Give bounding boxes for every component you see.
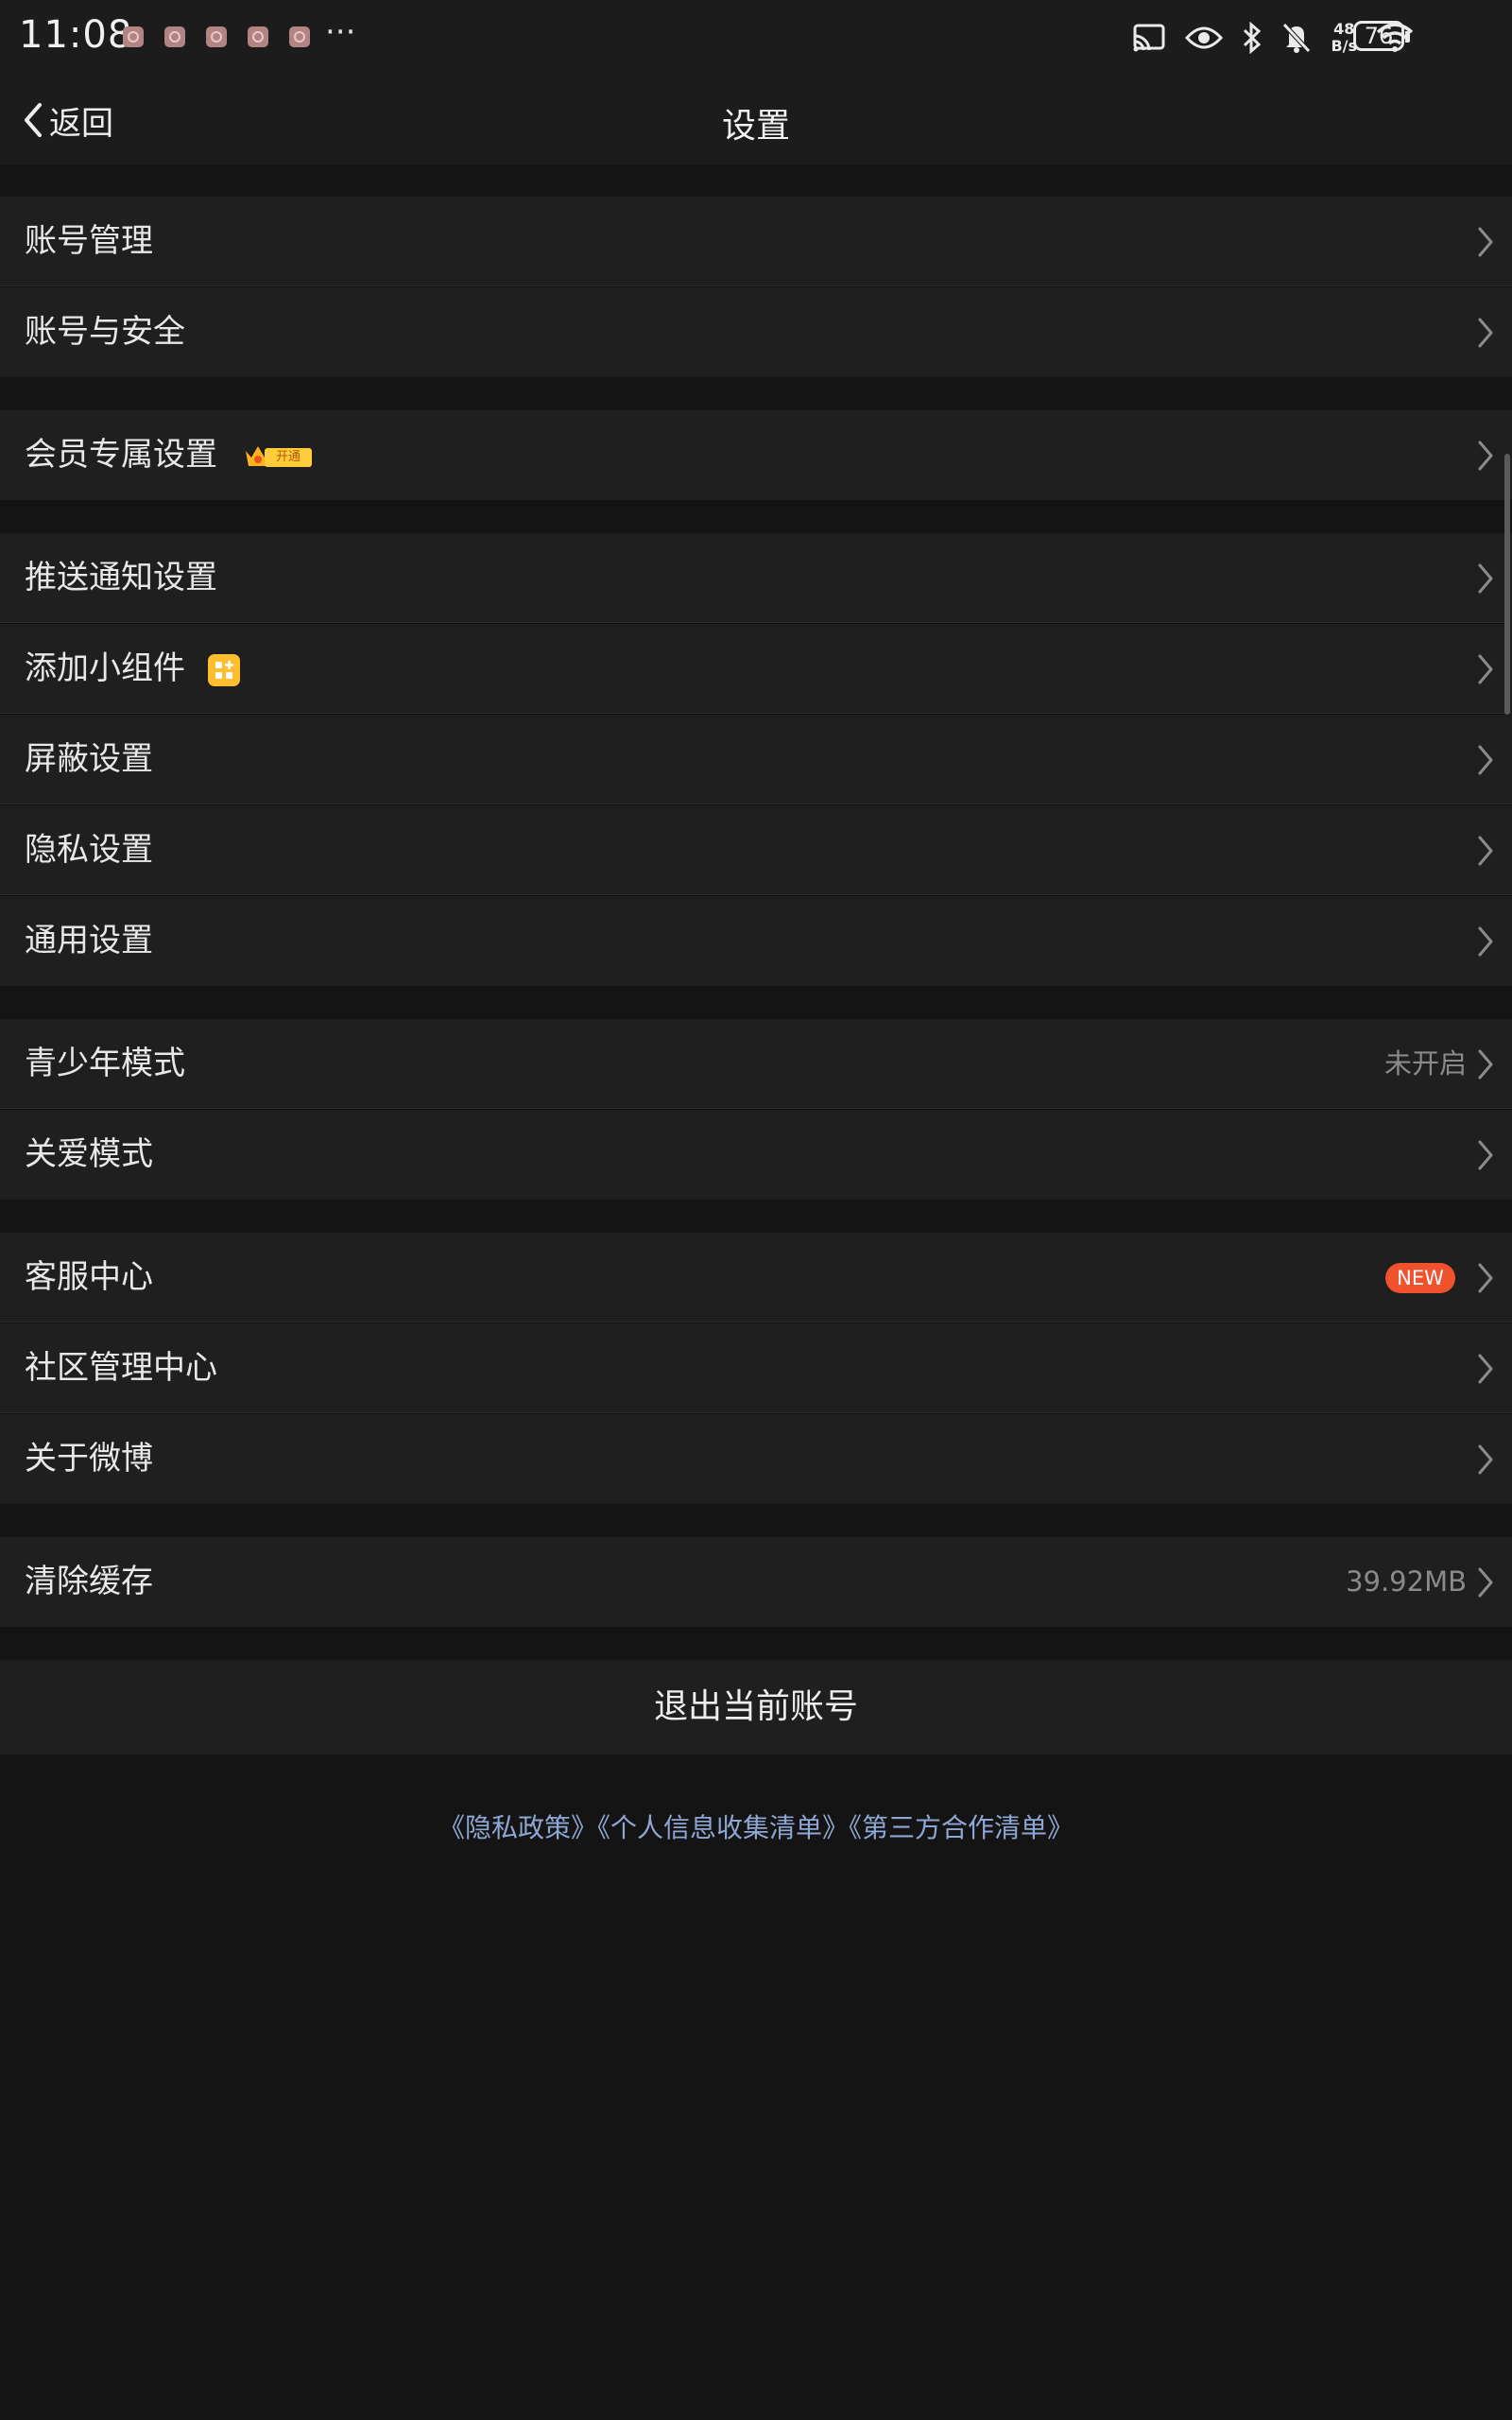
settings-item-label: 客服中心 xyxy=(25,1258,153,1296)
settings-item-label: 添加小组件 xyxy=(25,649,185,687)
chevron-right-icon xyxy=(1478,836,1493,866)
settings-item-privacy-settings[interactable]: 隐私设置 xyxy=(0,805,1512,895)
settings-item-vip-settings[interactable]: 会员专属设置 开通 xyxy=(0,410,1512,500)
settings-item-label: 社区管理中心 xyxy=(25,1349,217,1387)
notification-app-icon xyxy=(206,26,227,47)
scrollbar[interactable] xyxy=(1504,454,1510,715)
settings-item-clear-cache[interactable]: 清除缓存 39.92MB xyxy=(0,1537,1512,1627)
bluetooth-icon xyxy=(1244,22,1262,54)
page-title: 设置 xyxy=(721,107,790,146)
settings-item-label: 会员专属设置 xyxy=(25,436,217,474)
chevron-right-icon xyxy=(1478,926,1493,957)
settings-item-account-management[interactable]: 账号管理 xyxy=(0,197,1512,286)
nav-bar: 返回 设置 xyxy=(0,76,1512,164)
settings-item-customer-service[interactable]: 客服中心 NEW xyxy=(0,1233,1512,1322)
cache-size: 39.92MB xyxy=(1346,1565,1467,1598)
widget-icon xyxy=(208,654,240,686)
notification-app-icon xyxy=(248,26,268,47)
notification-app-icon xyxy=(164,26,185,47)
chevron-right-icon xyxy=(1478,563,1493,594)
settings-item-label: 通用设置 xyxy=(25,922,153,959)
settings-item-label: 青少年模式 xyxy=(25,1045,185,1082)
settings-item-label: 账号与安全 xyxy=(25,313,185,351)
settings-item-about-weibo[interactable]: 关于微博 xyxy=(0,1414,1512,1504)
settings-item-add-widget[interactable]: 添加小组件 xyxy=(0,624,1512,714)
settings-item-label: 推送通知设置 xyxy=(25,559,217,596)
status-bar: 11:08 ··· 48 B/s 76 xyxy=(0,0,1512,76)
settings-item-label: 隐私设置 xyxy=(25,831,153,869)
settings-item-label: 关于微博 xyxy=(25,1440,153,1478)
privacy-policy-link[interactable]: 《隐私政策》 xyxy=(438,1812,597,1843)
chevron-right-icon xyxy=(1478,745,1493,775)
notification-app-icon xyxy=(289,26,310,47)
chevron-right-icon xyxy=(1478,318,1493,348)
mute-icon xyxy=(1282,23,1312,53)
chevron-right-icon xyxy=(1478,1567,1493,1598)
settings-item-label: 账号管理 xyxy=(25,222,153,260)
chevron-right-icon xyxy=(1478,1049,1493,1080)
chevron-right-icon xyxy=(1478,1444,1493,1475)
chevron-right-icon xyxy=(1478,1263,1493,1293)
logout-button[interactable]: 退出当前账号 xyxy=(0,1660,1512,1754)
teen-mode-status: 未开启 xyxy=(1383,1047,1467,1080)
chevron-right-icon xyxy=(1478,1140,1493,1170)
chevron-right-icon xyxy=(1478,1354,1493,1384)
more-notifications-icon: ··· xyxy=(325,13,356,51)
settings-item-account-security[interactable]: 账号与安全 xyxy=(0,287,1512,377)
chevron-right-icon xyxy=(1478,654,1493,684)
settings-item-care-mode[interactable]: 关爱模式 xyxy=(0,1110,1512,1200)
footer-links: 《隐私政策》《个人信息收集清单》《第三方合作清单》 xyxy=(0,1807,1512,1845)
new-badge: NEW xyxy=(1385,1263,1455,1293)
settings-item-general-settings[interactable]: 通用设置 xyxy=(0,896,1512,986)
settings-item-label: 屏蔽设置 xyxy=(25,740,153,778)
personal-info-list-link[interactable]: 《个人信息收集清单》 xyxy=(597,1812,849,1843)
status-time: 11:08 xyxy=(19,13,133,57)
chevron-right-icon xyxy=(1478,441,1493,471)
chevron-right-icon xyxy=(1478,227,1493,257)
settings-item-teen-mode[interactable]: 青少年模式 未开启 xyxy=(0,1019,1512,1109)
settings-item-block-settings[interactable]: 屏蔽设置 xyxy=(0,715,1512,804)
vip-badge: 开通 xyxy=(244,443,312,470)
notification-app-icon xyxy=(123,26,144,47)
settings-item-community-center[interactable]: 社区管理中心 xyxy=(0,1323,1512,1413)
settings-item-push-notifications[interactable]: 推送通知设置 xyxy=(0,533,1512,623)
settings-item-label: 关爱模式 xyxy=(25,1135,153,1173)
settings-item-label: 清除缓存 xyxy=(25,1563,153,1600)
battery-icon: 76 xyxy=(1353,21,1410,51)
vip-badge-label: 开通 xyxy=(265,448,312,467)
cast-icon xyxy=(1133,24,1165,52)
third-party-list-link[interactable]: 《第三方合作清单》 xyxy=(849,1812,1074,1843)
eye-icon xyxy=(1185,26,1224,49)
